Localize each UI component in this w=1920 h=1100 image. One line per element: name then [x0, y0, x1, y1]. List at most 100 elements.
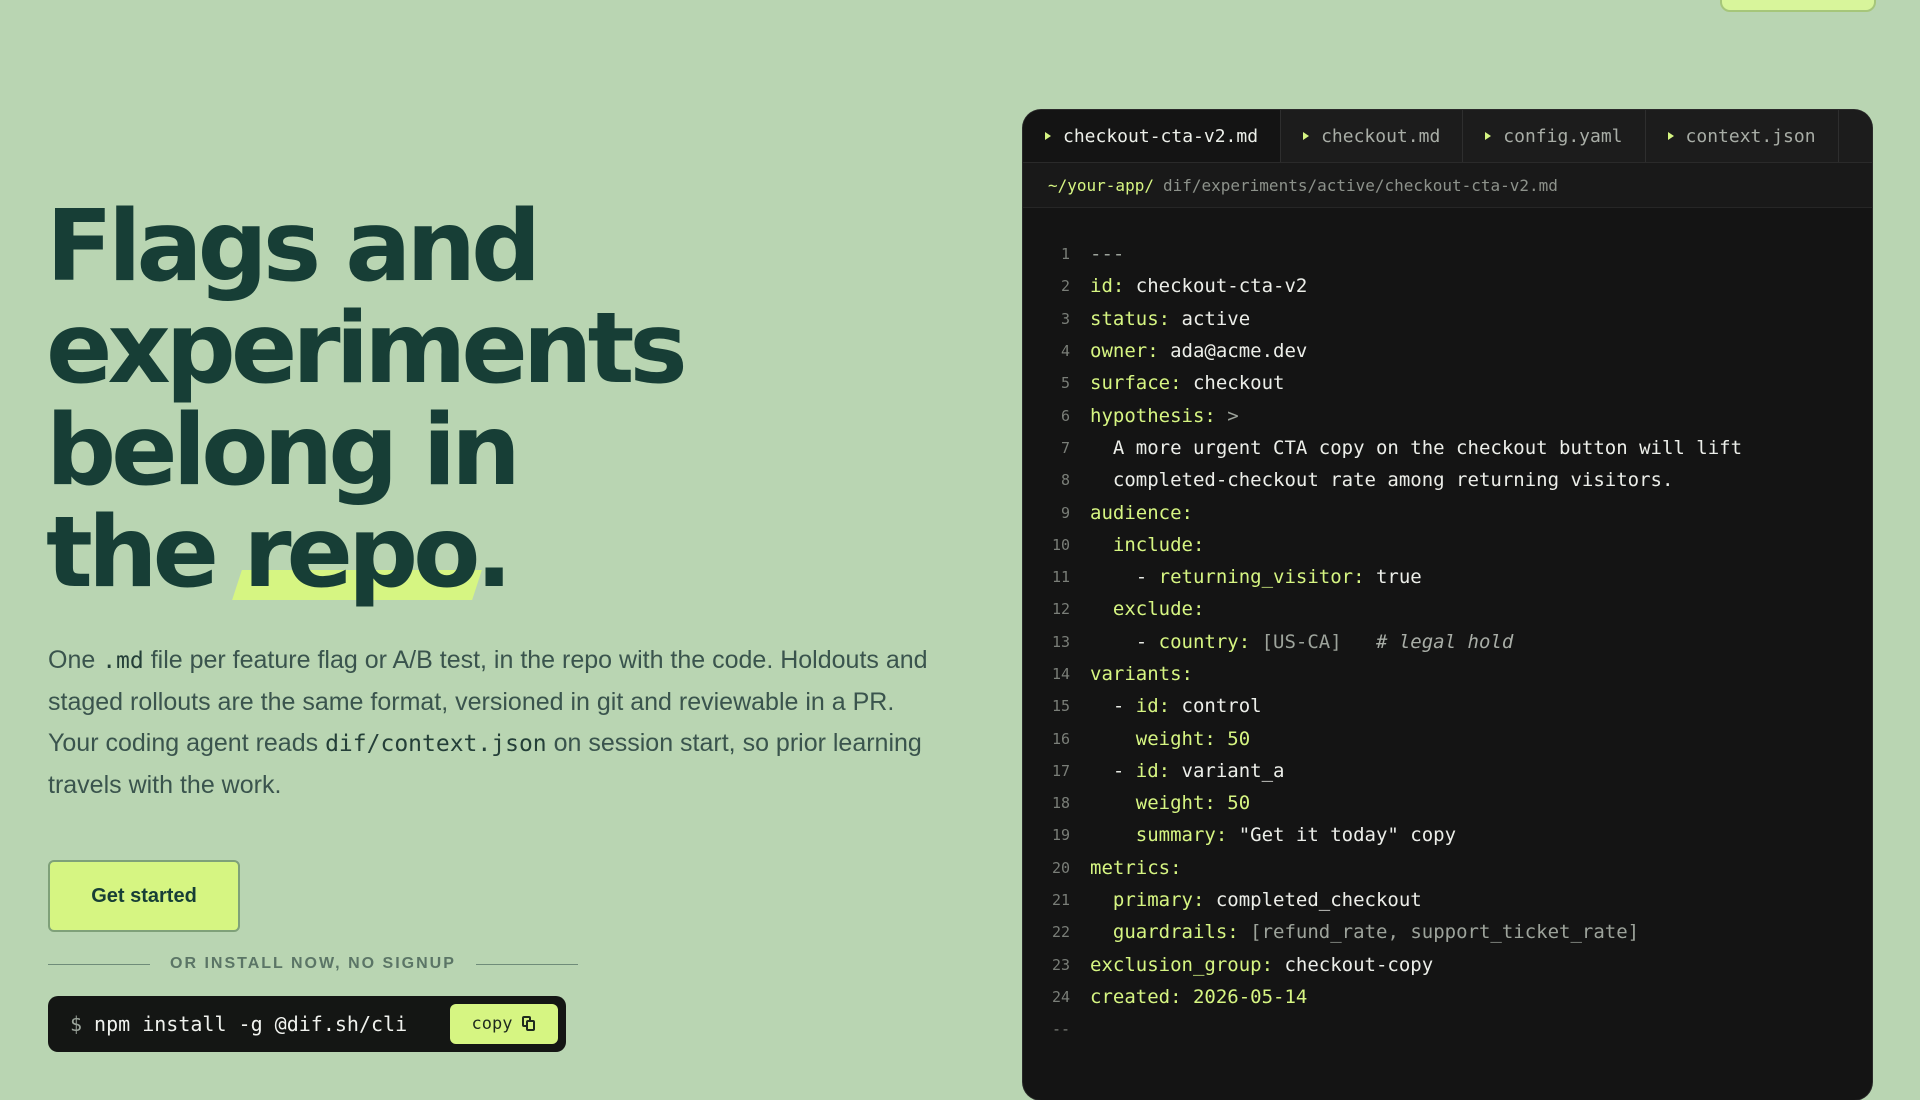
yaml-key: metrics:: [1090, 856, 1182, 879]
yaml-key: audience:: [1090, 501, 1193, 524]
hero-title-highlight: repo: [243, 496, 480, 610]
yaml-value: completed_checkout: [1204, 889, 1422, 912]
line-number: 16: [1051, 729, 1070, 748]
yaml-value: 50: [1215, 727, 1251, 750]
yaml-key: created:: [1090, 985, 1182, 1008]
editor-tab[interactable]: config.yaml: [1463, 110, 1646, 162]
yaml-value: active: [1170, 307, 1251, 330]
line-number: --: [1051, 1020, 1070, 1039]
yaml-value: control: [1170, 695, 1262, 718]
inline-code-md: .md: [102, 648, 144, 674]
editor-tab[interactable]: context.json: [1646, 110, 1839, 162]
hero-title-line: experiments: [46, 292, 688, 406]
line-number: 21: [1051, 891, 1070, 910]
yaml-value: checkout-cta-v2: [1124, 275, 1308, 298]
yaml-value: A more urgent CTA copy on the checkout b…: [1112, 436, 1743, 459]
code-line: 3 status: active: [1023, 303, 1872, 335]
code-line: 24 created: 2026-05-14: [1023, 981, 1872, 1013]
copy-label: copy: [471, 1014, 513, 1034]
code-line: 12 exclude:: [1023, 593, 1872, 625]
line-number: 13: [1051, 632, 1070, 651]
hero-title-line: Flags and: [46, 190, 541, 304]
yaml-key: id:: [1135, 695, 1171, 718]
copy-icon: [522, 1016, 536, 1032]
yaml-value: variant_a: [1170, 759, 1285, 782]
copy-button[interactable]: copy: [450, 1004, 558, 1044]
code-line: 6 hypothesis: >: [1023, 399, 1872, 431]
file-arrow-icon: [1303, 132, 1310, 140]
yaml-key: guardrails:: [1112, 921, 1239, 944]
editor-tab[interactable]: checkout.md: [1281, 110, 1464, 162]
code-indent: -: [1090, 630, 1159, 653]
yaml-value: 2026-05-14: [1181, 985, 1308, 1008]
yaml-value: "Get it today" copy: [1227, 824, 1457, 847]
yaml-value: completed-checkout rate among returning …: [1112, 469, 1674, 492]
yaml-value: [US-CA]: [1250, 630, 1342, 653]
yaml-value: checkout-copy: [1273, 953, 1434, 976]
install-command-box: $ npm install -g @dif.sh/cli copy: [48, 996, 566, 1052]
code-line: 7 A more urgent CTA copy on the checkout…: [1023, 432, 1872, 464]
yaml-key: exclude:: [1112, 598, 1205, 621]
code-line: 21 primary: completed_checkout: [1023, 884, 1872, 916]
hero-title-line: the repo.: [46, 502, 683, 604]
yaml-value: [refund_rate, support_ticket_rate]: [1238, 921, 1640, 944]
yaml-key: owner:: [1090, 340, 1159, 363]
yaml-key: id:: [1135, 759, 1171, 782]
line-number: 5: [1060, 374, 1070, 393]
file-arrow-icon: [1667, 132, 1674, 140]
get-started-button[interactable]: Get started: [48, 860, 240, 932]
code-line: 20 metrics:: [1023, 852, 1872, 884]
code-line: 5 surface: checkout: [1023, 367, 1872, 399]
yaml-value: 50: [1215, 792, 1251, 815]
line-number: 7: [1060, 438, 1070, 457]
code-line: 9 audience:: [1023, 496, 1872, 528]
code-line: 22 guardrails: [refund_rate, support_tic…: [1023, 916, 1872, 948]
editor-tab-label: config.yaml: [1503, 125, 1623, 147]
file-arrow-icon: [1485, 132, 1492, 140]
line-number: 6: [1060, 406, 1070, 425]
yaml-key: exclusion_group:: [1090, 953, 1274, 976]
yaml-key: weight:: [1135, 727, 1216, 750]
line-number: 10: [1051, 535, 1070, 554]
yaml-key: surface:: [1090, 372, 1182, 395]
line-number: 8: [1060, 471, 1070, 490]
code-indent: -: [1090, 759, 1136, 782]
code-line: 16 weight: 50: [1023, 722, 1872, 754]
line-number: 23: [1051, 955, 1070, 974]
line-number: 15: [1051, 697, 1070, 716]
yaml-key: status:: [1090, 307, 1171, 330]
line-number: 20: [1051, 858, 1070, 877]
line-number: 14: [1051, 665, 1070, 683]
editor-tab[interactable]: checkout-cta-v2.md: [1023, 110, 1282, 162]
yaml-key: weight:: [1135, 792, 1216, 815]
line-number: 9: [1060, 503, 1070, 522]
editor-tab-label: context.json: [1685, 125, 1816, 147]
line-number: 2: [1060, 277, 1070, 296]
yaml-key: include:: [1112, 533, 1205, 556]
yaml-value: ---: [1090, 243, 1125, 266]
yaml-key: variants:: [1090, 663, 1193, 685]
editor-tab-label: checkout-cta-v2.md: [1063, 125, 1259, 147]
shell-prompt: $: [70, 1012, 83, 1036]
hero-title: Flags and experiments belong in the repo…: [46, 190, 688, 604]
install-command: npm install -g @dif.sh/cli: [94, 1012, 408, 1036]
yaml-value: ada@acme.dev: [1158, 340, 1308, 363]
hero-description: One .md file per feature flag or A/B tes…: [48, 640, 948, 806]
code-line: 8 completed-checkout rate among returnin…: [1023, 464, 1872, 496]
top-nav-button-edge[interactable]: [1720, 0, 1876, 12]
yaml-value: checkout: [1181, 372, 1285, 395]
editor-tabs: checkout-cta-v2.md checkout.md config.yaml…: [1023, 110, 1872, 163]
file-arrow-icon: [1045, 132, 1051, 140]
yaml-key: hypothesis:: [1090, 404, 1216, 427]
code-line: 19 summary: "Get it today" copy: [1023, 819, 1872, 851]
hero-title-period: .: [475, 496, 513, 610]
yaml-value: true: [1364, 566, 1422, 589]
code-indent: -: [1090, 695, 1136, 718]
